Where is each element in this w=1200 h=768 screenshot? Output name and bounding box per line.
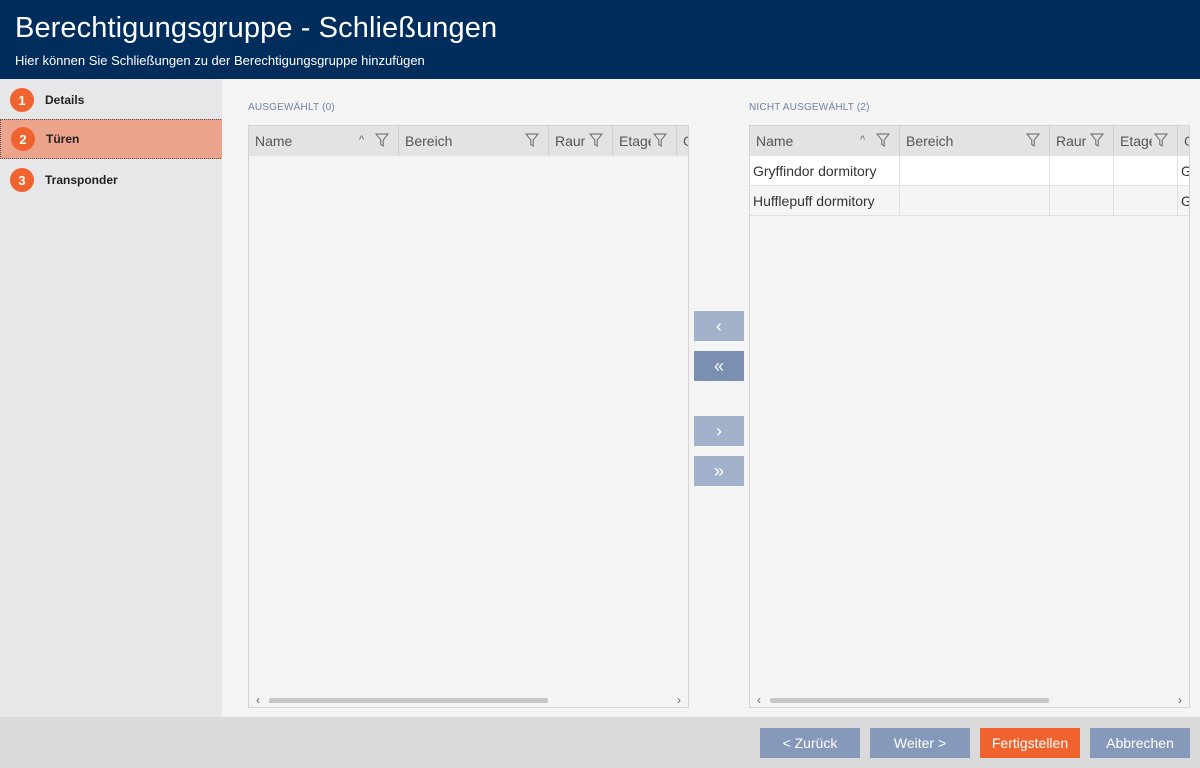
- add-one-button[interactable]: ›: [694, 416, 744, 446]
- cancel-button[interactable]: Abbrechen: [1090, 728, 1190, 758]
- scroll-thumb[interactable]: [269, 698, 548, 703]
- step-number: 3: [10, 168, 34, 192]
- column-raum[interactable]: Raum: [1050, 126, 1114, 156]
- grid-body: Gryffindor dormitory G Hufflepuff dormit…: [750, 156, 1189, 216]
- scroll-thumb[interactable]: [770, 698, 1049, 703]
- sort-up-icon[interactable]: ^: [359, 134, 364, 146]
- page-title: Berechtigungsgruppe - Schließungen: [15, 12, 498, 44]
- add-all-button[interactable]: »: [694, 456, 744, 486]
- filter-icon[interactable]: [1090, 133, 1104, 147]
- column-name[interactable]: Name ^: [249, 126, 399, 156]
- step-number: 1: [10, 88, 34, 112]
- scroll-left-icon[interactable]: ‹: [256, 693, 260, 707]
- table-row[interactable]: Gryffindor dormitory G: [750, 156, 1189, 186]
- cell-bereich: [900, 156, 1050, 186]
- horizontal-scrollbar[interactable]: ‹ ›: [750, 693, 1189, 707]
- column-label: Bereich: [405, 133, 453, 149]
- finish-button[interactable]: Fertigstellen: [980, 728, 1080, 758]
- wizard-steps: 1 Details 2 Türen 3 Transponder: [0, 79, 235, 717]
- cell-g: G: [1178, 186, 1189, 216]
- column-bereich[interactable]: Bereich: [399, 126, 549, 156]
- back-button[interactable]: < Zurück: [760, 728, 860, 758]
- column-g[interactable]: G: [1178, 126, 1189, 156]
- scroll-right-icon[interactable]: ›: [677, 693, 681, 707]
- wizard-footer: < Zurück Weiter > Fertigstellen Abbreche…: [0, 717, 1200, 768]
- scroll-right-icon[interactable]: ›: [1178, 693, 1182, 707]
- sort-up-icon[interactable]: ^: [860, 134, 865, 146]
- cell-etage: [1114, 186, 1178, 216]
- cell-bereich: [900, 186, 1050, 216]
- unselected-grid[interactable]: Name ^ Bereich Raum Etage G Gryffind: [749, 125, 1190, 708]
- filter-icon[interactable]: [525, 133, 539, 147]
- column-etage[interactable]: Etage: [613, 126, 677, 156]
- remove-one-button[interactable]: ‹: [694, 311, 744, 341]
- column-label: Raum: [555, 133, 585, 149]
- column-raum[interactable]: Raum: [549, 126, 613, 156]
- page-header: Berechtigungsgruppe - Schließungen Hier …: [0, 0, 1200, 79]
- grid-header: Name ^ Bereich Raum Etage G: [750, 126, 1189, 156]
- main-content: AUSGEWÄHLT (0) Name ^ Bereich Raum Etage: [222, 79, 1200, 717]
- cell-g: G: [1178, 156, 1189, 186]
- cell-etage: [1114, 156, 1178, 186]
- column-label: Etage: [1120, 133, 1152, 149]
- column-label: Bereich: [906, 133, 954, 149]
- cell-name: Hufflepuff dormitory: [750, 186, 900, 216]
- column-label: Raum: [1056, 133, 1086, 149]
- filter-icon[interactable]: [1026, 133, 1040, 147]
- selected-grid[interactable]: Name ^ Bereich Raum Etage G ‹: [248, 125, 689, 708]
- next-button[interactable]: Weiter >: [870, 728, 970, 758]
- filter-icon[interactable]: [375, 133, 389, 147]
- step-transponder[interactable]: 3 Transponder: [0, 160, 222, 200]
- step-label: Transponder: [45, 173, 118, 187]
- column-bereich[interactable]: Bereich: [900, 126, 1050, 156]
- step-number: 2: [11, 127, 35, 151]
- step-label: Details: [45, 93, 85, 107]
- table-row[interactable]: Hufflepuff dormitory G: [750, 186, 1189, 216]
- filter-icon[interactable]: [876, 133, 890, 147]
- column-g[interactable]: G: [677, 126, 688, 156]
- cell-raum: [1050, 156, 1114, 186]
- unselected-label: NICHT AUSGEWÄHLT (2): [749, 102, 870, 113]
- page-subtitle: Hier können Sie Schließungen zu der Bere…: [15, 53, 425, 68]
- column-label: Etage: [619, 133, 651, 149]
- filter-icon[interactable]: [653, 133, 667, 147]
- cell-raum: [1050, 186, 1114, 216]
- selected-label: AUSGEWÄHLT (0): [248, 102, 335, 113]
- column-label: Name: [255, 133, 293, 149]
- horizontal-scrollbar[interactable]: ‹ ›: [249, 693, 688, 707]
- remove-all-button[interactable]: «: [694, 351, 744, 381]
- grid-header: Name ^ Bereich Raum Etage G: [249, 126, 688, 156]
- column-label: G: [1184, 133, 1189, 149]
- column-label: G: [683, 133, 688, 149]
- filter-icon[interactable]: [589, 133, 603, 147]
- step-label: Türen: [46, 132, 80, 146]
- column-label: Name: [756, 133, 794, 149]
- column-etage[interactable]: Etage: [1114, 126, 1178, 156]
- filter-icon[interactable]: [1154, 133, 1168, 147]
- scroll-left-icon[interactable]: ‹: [757, 693, 761, 707]
- step-tueren[interactable]: 2 Türen: [0, 119, 235, 159]
- step-details[interactable]: 1 Details: [0, 80, 222, 120]
- column-name[interactable]: Name ^: [750, 126, 900, 156]
- cell-name: Gryffindor dormitory: [750, 156, 900, 186]
